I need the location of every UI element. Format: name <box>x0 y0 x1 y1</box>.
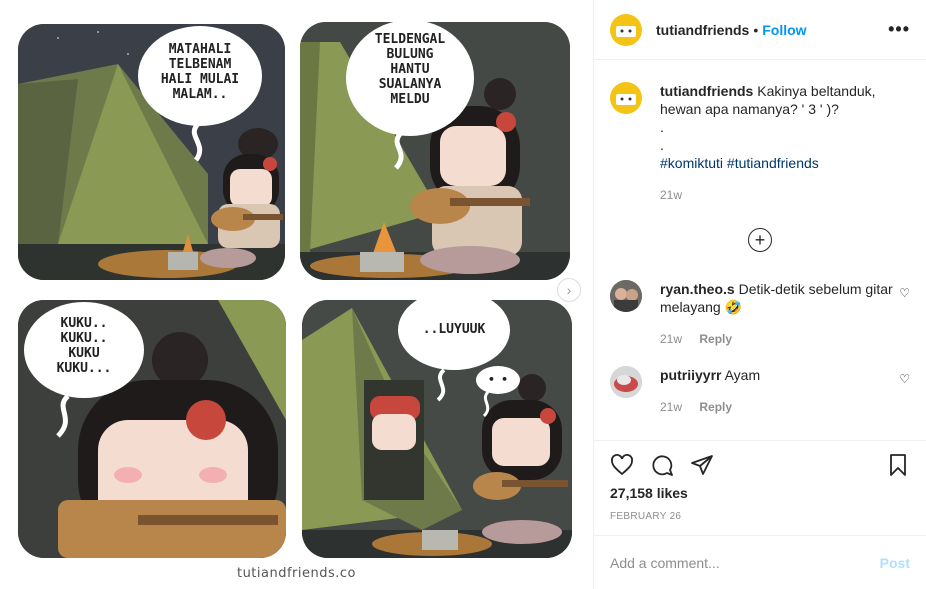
caption: tutiandfriends Kakinya beltanduk, hewan … <box>610 82 910 204</box>
author-avatar[interactable] <box>610 13 642 46</box>
comment-row: ryan.theo.s Detik-detik sebelum gitar me… <box>610 280 910 348</box>
commenter-avatar[interactable] <box>610 280 642 312</box>
panel-4-small-speech: • • <box>488 373 508 386</box>
author-username[interactable]: tutiandfriends <box>656 22 749 38</box>
add-comment-input[interactable] <box>610 554 880 571</box>
comic-panel-4: ..LUYUUK • • <box>302 300 572 558</box>
load-more-comments[interactable]: + <box>610 228 910 252</box>
caption-line-2: . <box>660 119 664 135</box>
caption-text-block: tutiandfriends Kakinya beltanduk, hewan … <box>660 82 910 204</box>
add-comment-bar: Post <box>594 535 926 589</box>
comic-credit: tutiandfriends.co <box>236 566 357 581</box>
user-photo-icon <box>610 366 642 398</box>
panel-4-speech: ..LUYUUK <box>422 322 486 337</box>
tuti-logo-icon <box>616 94 636 105</box>
commenter-avatar[interactable] <box>610 366 642 398</box>
next-image-button[interactable]: › <box>557 278 581 302</box>
post-header: tutiandfriends • Follow ••• <box>594 0 926 60</box>
separator-dot: • <box>753 21 759 38</box>
speech-bubble-4 <box>398 300 520 418</box>
comment-row: putriiyyrr Ayam 21w Reply ♡ <box>610 366 910 416</box>
action-icons-row <box>610 453 910 477</box>
post-comment-button[interactable]: Post <box>880 555 910 571</box>
hashtag-link[interactable]: #komiktuti <box>660 155 723 171</box>
comment-meta: 21w Reply <box>660 398 899 416</box>
comment-username[interactable]: putriiyyrr <box>660 367 721 383</box>
comic-panel-1: MATAHALI TELBENAM HALI MULAI MALAM.. <box>18 24 285 280</box>
comment-text-block: ryan.theo.s Detik-detik sebelum gitar me… <box>660 280 899 348</box>
follow-button[interactable]: Follow <box>762 22 806 38</box>
reply-button[interactable]: Reply <box>699 332 732 346</box>
panel-1-speech: MATAHALI TELBENAM HALI MULAI MALAM.. <box>160 42 240 102</box>
hashtag-link[interactable]: #tutiandfriends <box>727 155 819 171</box>
post-sidebar: tutiandfriends • Follow ••• tutiandfrien… <box>593 0 926 589</box>
user-photo-icon <box>610 280 642 312</box>
more-options-icon[interactable]: ••• <box>888 19 910 40</box>
caption-username[interactable]: tutiandfriends <box>660 83 753 99</box>
chevron-right-icon: › <box>566 282 572 298</box>
likes-count[interactable]: 27,158 likes <box>610 485 910 501</box>
caption-avatar[interactable] <box>610 82 642 114</box>
bookmark-icon[interactable] <box>886 453 910 477</box>
instagram-post: MATAHALI TELBENAM HALI MULAI MALAM.. TEL… <box>0 0 926 589</box>
reply-button[interactable]: Reply <box>699 400 732 414</box>
post-image[interactable]: MATAHALI TELBENAM HALI MULAI MALAM.. TEL… <box>0 0 593 589</box>
comment-time: 21w <box>660 400 683 414</box>
comic-panel-3: KUKU.. KUKU.. KUKU KUKU... <box>18 300 286 558</box>
caption-line-3: . <box>660 137 664 153</box>
comments-section: tutiandfriends Kakinya beltanduk, hewan … <box>594 60 926 416</box>
heart-icon[interactable] <box>610 453 634 477</box>
share-icon[interactable] <box>690 453 714 477</box>
comment-text: Ayam <box>724 367 761 383</box>
comic-panel-2: TELDENGAL BULUNG HANTU SUALANYA MELDU <box>300 22 570 280</box>
plus-circle-icon: + <box>748 228 772 252</box>
comment-text-block: putriiyyrr Ayam 21w Reply <box>660 366 899 416</box>
post-date[interactable]: FEBRUARY 26 <box>610 511 910 522</box>
panel-2-speech: TELDENGAL BULUNG HANTU SUALANYA MELDU <box>374 32 446 107</box>
like-comment-heart-icon[interactable]: ♡ <box>899 372 910 386</box>
comment-icon[interactable] <box>650 453 674 477</box>
comment-meta: 21w Reply <box>660 330 899 348</box>
post-actions: 27,158 likes FEBRUARY 26 <box>594 440 926 522</box>
like-comment-heart-icon[interactable]: ♡ <box>899 286 910 300</box>
panel-3-speech: KUKU.. KUKU.. KUKU KUKU... <box>56 316 112 376</box>
comment-time: 21w <box>660 332 683 346</box>
tuti-logo-icon <box>616 25 636 37</box>
comment-username[interactable]: ryan.theo.s <box>660 281 735 297</box>
caption-time: 21w <box>660 188 683 202</box>
